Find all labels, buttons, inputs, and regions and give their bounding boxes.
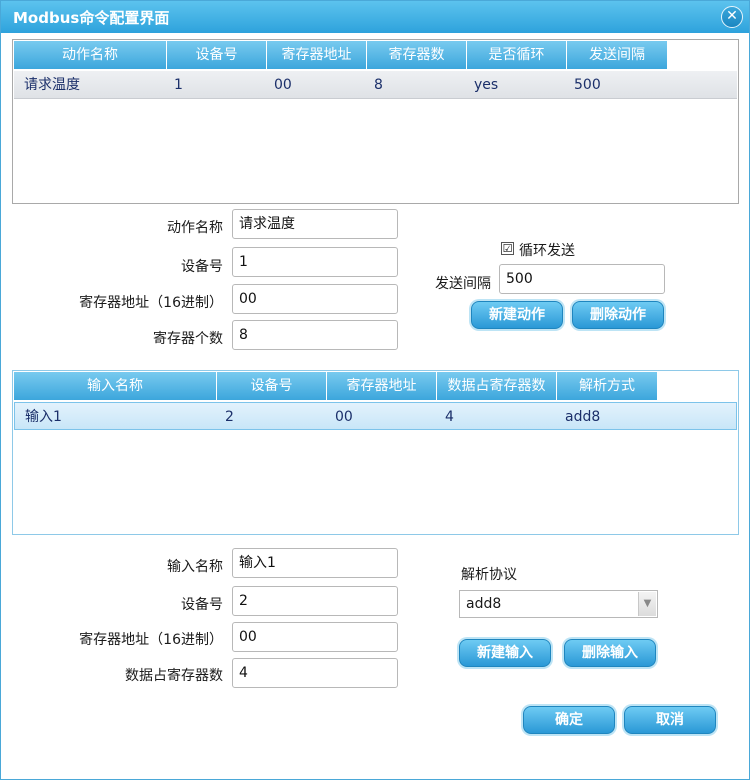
cell-input-name: 输入1 bbox=[25, 409, 62, 425]
column-header-register-count[interactable]: 寄存器数 bbox=[367, 41, 467, 69]
loop-send-checkbox[interactable]: ☑ bbox=[501, 242, 514, 255]
actions-table: 动作名称 设备号 寄存器地址 寄存器数 是否循环 发送间隔 请求温度 1 00 … bbox=[12, 39, 739, 204]
cell-input-device: 2 bbox=[225, 409, 234, 425]
inputs-table: 输入名称 设备号 寄存器地址 数据占寄存器数 解析方式 输入1 2 00 4 a… bbox=[12, 370, 739, 535]
input-name-field[interactable]: 输入1 bbox=[232, 548, 398, 578]
cell-loop: yes bbox=[474, 77, 499, 93]
send-interval-field[interactable]: 500 bbox=[499, 264, 665, 294]
table-row[interactable]: 输入1 2 00 4 add8 bbox=[14, 402, 737, 430]
table-row[interactable]: 请求温度 1 00 8 yes 500 bbox=[14, 71, 737, 99]
input-count-label: 数据占寄存器数 bbox=[125, 668, 223, 684]
action-count-label: 寄存器个数 bbox=[153, 331, 223, 347]
column-header-input-address[interactable]: 寄存器地址 bbox=[327, 372, 437, 400]
send-interval-label: 发送间隔 bbox=[435, 276, 491, 292]
cell-action-name: 请求温度 bbox=[24, 77, 80, 93]
input-device-label: 设备号 bbox=[181, 597, 223, 613]
delete-input-button[interactable]: 删除输入 bbox=[564, 639, 656, 667]
action-name-label: 动作名称 bbox=[167, 220, 223, 236]
chevron-down-icon[interactable]: ▼ bbox=[638, 592, 656, 616]
column-header-loop[interactable]: 是否循环 bbox=[467, 41, 567, 69]
parse-protocol-label: 解析协议 bbox=[461, 567, 517, 583]
input-name-label: 输入名称 bbox=[167, 559, 223, 575]
cell-parse-method: add8 bbox=[565, 409, 601, 425]
action-device-field[interactable]: 1 bbox=[232, 247, 398, 277]
title-bar: Modbus命令配置界面 ✕ bbox=[1, 1, 749, 33]
action-count-field[interactable]: 8 bbox=[232, 320, 398, 350]
new-input-button[interactable]: 新建输入 bbox=[459, 639, 551, 667]
column-header-action-name[interactable]: 动作名称 bbox=[14, 41, 167, 69]
cancel-button[interactable]: 取消 bbox=[624, 706, 716, 734]
new-action-button[interactable]: 新建动作 bbox=[471, 301, 563, 329]
actions-table-header: 动作名称 设备号 寄存器地址 寄存器数 是否循环 发送间隔 bbox=[14, 41, 667, 69]
inputs-table-header: 输入名称 设备号 寄存器地址 数据占寄存器数 解析方式 bbox=[14, 372, 657, 400]
window-title: Modbus命令配置界面 bbox=[13, 9, 170, 27]
cell-register-count: 8 bbox=[374, 77, 383, 93]
action-name-field[interactable]: 请求温度 bbox=[232, 209, 398, 239]
column-header-data-registers[interactable]: 数据占寄存器数 bbox=[437, 372, 557, 400]
parse-protocol-select[interactable]: add8 ▼ bbox=[459, 590, 658, 618]
column-header-register-address[interactable]: 寄存器地址 bbox=[267, 41, 367, 69]
cell-interval: 500 bbox=[574, 77, 601, 93]
input-device-field[interactable]: 2 bbox=[232, 586, 398, 616]
cell-device: 1 bbox=[174, 77, 183, 93]
dialog-window: Modbus命令配置界面 ✕ 动作名称 设备号 寄存器地址 寄存器数 是否循环 … bbox=[0, 0, 750, 780]
action-device-label: 设备号 bbox=[181, 259, 223, 275]
action-address-field[interactable]: 00 bbox=[232, 284, 398, 314]
parse-protocol-value: add8 bbox=[466, 596, 502, 612]
action-address-label: 寄存器地址（16进制） bbox=[79, 295, 223, 311]
input-count-field[interactable]: 4 bbox=[232, 658, 398, 688]
column-header-input-device[interactable]: 设备号 bbox=[217, 372, 327, 400]
delete-action-button[interactable]: 删除动作 bbox=[572, 301, 664, 329]
column-header-input-name[interactable]: 输入名称 bbox=[14, 372, 217, 400]
cell-register-address: 00 bbox=[274, 77, 292, 93]
column-header-parse-method[interactable]: 解析方式 bbox=[557, 372, 657, 400]
input-address-field[interactable]: 00 bbox=[232, 622, 398, 652]
ok-button[interactable]: 确定 bbox=[523, 706, 615, 734]
loop-send-label: 循环发送 bbox=[519, 243, 575, 259]
input-address-label: 寄存器地址（16进制） bbox=[79, 632, 223, 648]
cell-data-registers: 4 bbox=[445, 409, 454, 425]
column-header-interval[interactable]: 发送间隔 bbox=[567, 41, 667, 69]
close-icon[interactable]: ✕ bbox=[721, 6, 743, 28]
cell-input-address: 00 bbox=[335, 409, 353, 425]
column-header-device[interactable]: 设备号 bbox=[167, 41, 267, 69]
